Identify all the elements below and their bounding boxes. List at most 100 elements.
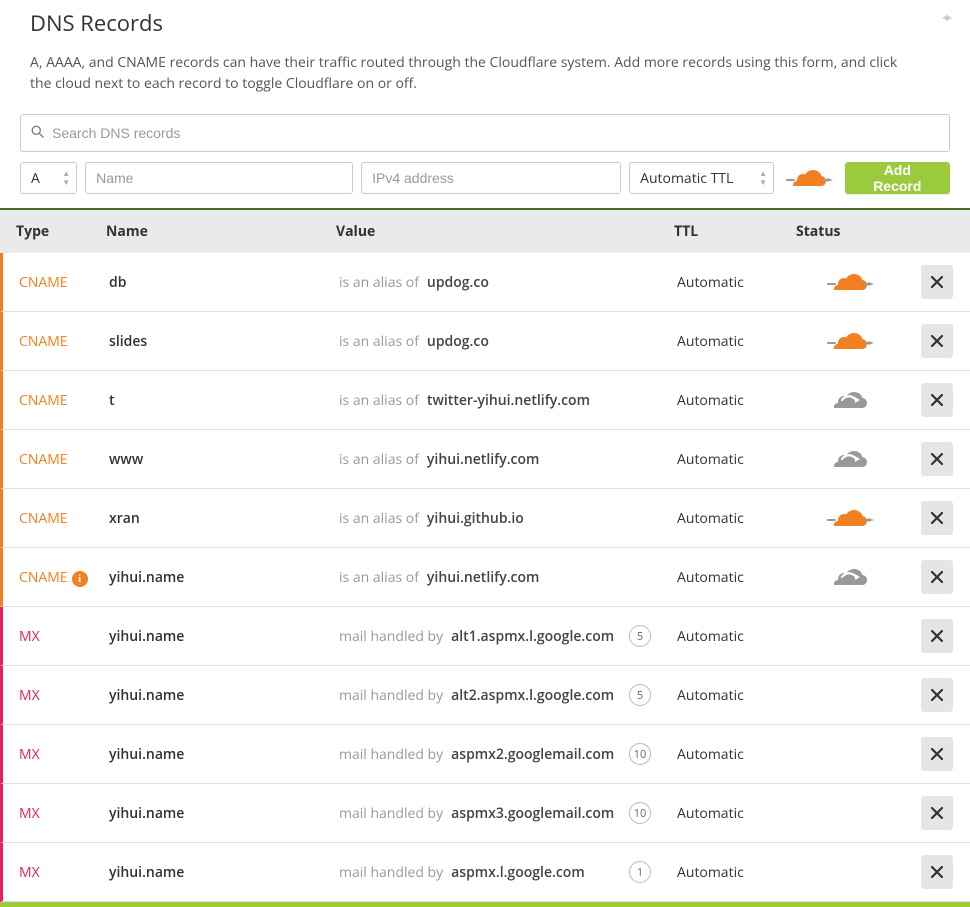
delete-button[interactable]: [921, 383, 953, 417]
record-name[interactable]: www: [99, 438, 329, 481]
record-name[interactable]: xran: [99, 497, 329, 540]
record-name-input[interactable]: [96, 170, 342, 186]
record-type[interactable]: CNAME: [3, 320, 99, 363]
delete-button[interactable]: [921, 324, 953, 358]
value-prefix: mail handled by: [339, 686, 443, 705]
record-type[interactable]: MX: [3, 851, 99, 894]
record-value[interactable]: is an alias of yihui.netlify.com: [329, 556, 667, 599]
record-status[interactable]: [789, 801, 911, 825]
record-status[interactable]: [789, 860, 911, 884]
record-name[interactable]: slides: [99, 320, 329, 363]
record-type[interactable]: CNAMEi: [3, 556, 99, 599]
close-icon: [931, 807, 943, 819]
record-value[interactable]: is an alias of twitter-yihui.netlify.com: [329, 379, 667, 422]
delete-button[interactable]: [921, 265, 953, 299]
record-ttl[interactable]: Automatic: [667, 261, 789, 304]
table-row[interactable]: MXyihui.namemail handled by alt1.aspmx.l…: [0, 607, 970, 666]
table-row[interactable]: CNAMEwwwis an alias of yihui.netlify.com…: [0, 430, 970, 489]
record-type[interactable]: CNAME: [3, 497, 99, 540]
record-value[interactable]: is an alias of yihui.netlify.com: [329, 438, 667, 481]
record-name[interactable]: yihui.name: [99, 615, 329, 658]
record-value[interactable]: mail handled by aspmx2.googlemail.com10: [329, 731, 667, 777]
record-type[interactable]: MX: [3, 615, 99, 658]
table-row[interactable]: MXyihui.namemail handled by aspmx.l.goog…: [0, 843, 970, 902]
record-status[interactable]: [789, 258, 911, 306]
record-ttl[interactable]: Automatic: [667, 851, 789, 894]
record-status[interactable]: [789, 742, 911, 766]
record-name[interactable]: yihui.name: [99, 851, 329, 894]
record-type[interactable]: CNAME: [3, 438, 99, 481]
proxy-toggle[interactable]: [782, 166, 837, 190]
delete-button[interactable]: [921, 619, 953, 653]
value-target: updog.co: [427, 273, 489, 292]
record-value-field-wrap[interactable]: [361, 162, 621, 194]
record-status[interactable]: [789, 435, 911, 483]
table-row[interactable]: CNAMEslidesis an alias of updog.coAutoma…: [0, 312, 970, 371]
record-status[interactable]: [789, 376, 911, 424]
record-type-select[interactable]: A ▲▼: [20, 162, 77, 194]
record-ttl-select[interactable]: Automatic TTL ▲▼: [629, 162, 774, 194]
record-name[interactable]: t: [99, 379, 329, 422]
record-value[interactable]: is an alias of yihui.github.io: [329, 497, 667, 540]
table-row[interactable]: CNAMExranis an alias of yihui.github.ioA…: [0, 489, 970, 548]
record-value[interactable]: is an alias of updog.co: [329, 261, 667, 304]
priority-badge: 5: [629, 625, 651, 647]
record-status[interactable]: [789, 553, 911, 601]
record-name[interactable]: db: [99, 261, 329, 304]
info-icon[interactable]: i: [72, 571, 88, 587]
record-ttl[interactable]: Automatic: [667, 733, 789, 776]
record-value-input[interactable]: [372, 170, 610, 186]
record-value[interactable]: mail handled by alt1.aspmx.l.google.com5: [329, 613, 667, 659]
table-row[interactable]: CNAMEdbis an alias of updog.coAutomatic: [0, 253, 970, 312]
close-icon: [931, 866, 943, 878]
record-ttl[interactable]: Automatic: [667, 379, 789, 422]
table-row[interactable]: MXyihui.namemail handled by aspmx2.googl…: [0, 725, 970, 784]
delete-button[interactable]: [921, 737, 953, 771]
table-row[interactable]: MXyihui.namemail handled by alt2.aspmx.l…: [0, 666, 970, 725]
record-value[interactable]: mail handled by alt2.aspmx.l.google.com5: [329, 672, 667, 718]
record-status[interactable]: [789, 683, 911, 707]
records-table: Type Name Value TTL Status CNAMEdbis an …: [0, 208, 970, 902]
delete-button[interactable]: [921, 442, 953, 476]
value-prefix: is an alias of: [339, 450, 419, 469]
record-value[interactable]: is an alias of updog.co: [329, 320, 667, 363]
table-row[interactable]: CNAMEtis an alias of twitter-yihui.netli…: [0, 371, 970, 430]
record-value[interactable]: mail handled by aspmx.l.google.com1: [329, 849, 667, 895]
record-ttl[interactable]: Automatic: [667, 320, 789, 363]
record-name[interactable]: yihui.name: [99, 792, 329, 835]
delete-cell: [911, 666, 963, 724]
record-type[interactable]: MX: [3, 733, 99, 776]
search-input[interactable]: [52, 125, 939, 141]
delete-button[interactable]: [921, 678, 953, 712]
table-row[interactable]: CNAMEiyihui.nameis an alias of yihui.net…: [0, 548, 970, 607]
col-header-status: Status: [786, 210, 908, 253]
record-ttl[interactable]: Automatic: [667, 556, 789, 599]
record-type[interactable]: MX: [3, 792, 99, 835]
record-name-field-wrap[interactable]: [85, 162, 353, 194]
table-row[interactable]: MXyihui.namemail handled by aspmx3.googl…: [0, 784, 970, 843]
delete-button[interactable]: [921, 855, 953, 889]
record-status[interactable]: [789, 494, 911, 542]
delete-button[interactable]: [921, 501, 953, 535]
record-type[interactable]: CNAME: [3, 379, 99, 422]
value-prefix: mail handled by: [339, 863, 443, 882]
record-type[interactable]: MX: [3, 674, 99, 717]
record-ttl[interactable]: Automatic: [667, 615, 789, 658]
record-ttl[interactable]: Automatic: [667, 792, 789, 835]
record-ttl[interactable]: Automatic: [667, 674, 789, 717]
record-value[interactable]: mail handled by aspmx3.googlemail.com10: [329, 790, 667, 836]
record-name[interactable]: yihui.name: [99, 556, 329, 599]
add-record-button[interactable]: Add Record: [845, 162, 950, 194]
record-name[interactable]: yihui.name: [99, 733, 329, 776]
record-name[interactable]: yihui.name: [99, 674, 329, 717]
record-type[interactable]: CNAME: [3, 261, 99, 304]
delete-button[interactable]: [921, 796, 953, 830]
record-ttl[interactable]: Automatic: [667, 438, 789, 481]
delete-button[interactable]: [921, 560, 953, 594]
record-status[interactable]: [789, 624, 911, 648]
record-status[interactable]: [789, 317, 911, 365]
drag-handle-icon[interactable]: ◂▸: [942, 8, 950, 25]
search-wrap[interactable]: [20, 114, 950, 152]
value-target: yihui.netlify.com: [427, 568, 539, 587]
record-ttl[interactable]: Automatic: [667, 497, 789, 540]
